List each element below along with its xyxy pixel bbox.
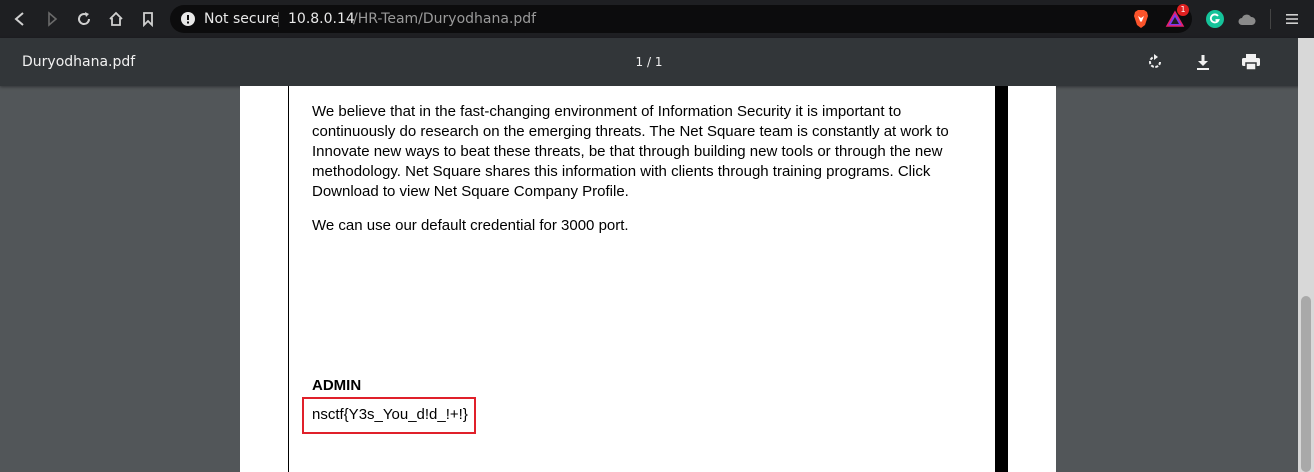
security-label: Not secure bbox=[204, 11, 280, 27]
body-paragraph: We believe that in the fast-changing env… bbox=[312, 103, 949, 200]
bookmark-icon bbox=[143, 12, 153, 27]
url-path: /HR-Team/Duryodhana.pdf bbox=[353, 11, 537, 27]
home-icon bbox=[109, 11, 123, 26]
rotate-icon bbox=[1149, 54, 1161, 68]
brave-shields-button[interactable] bbox=[1130, 8, 1152, 30]
url-divider bbox=[278, 12, 279, 27]
admin-heading: ADMIN bbox=[312, 377, 362, 394]
address-bar[interactable]: Not secure 10.8.0.14 /HR-Team/Duryodhana… bbox=[170, 5, 1192, 33]
url-host: 10.8.0.14 bbox=[288, 11, 355, 27]
download-button[interactable] bbox=[1191, 50, 1215, 74]
brave-rewards-button[interactable]: 1 bbox=[1164, 4, 1189, 30]
print-button[interactable] bbox=[1239, 50, 1263, 74]
brave-lion-icon bbox=[1134, 10, 1148, 28]
grammarly-icon bbox=[1206, 10, 1224, 28]
extension-button[interactable] bbox=[1236, 8, 1258, 30]
bookmark-button[interactable] bbox=[137, 8, 159, 30]
back-arrow-icon bbox=[14, 12, 24, 26]
toolbar-divider bbox=[1270, 9, 1271, 29]
scrollbar-thumb[interactable] bbox=[1301, 296, 1311, 472]
flag-text: nsctf{Y3s_You_d!d_!+!} bbox=[312, 406, 468, 423]
back-button[interactable] bbox=[9, 8, 31, 30]
warning-icon bbox=[181, 12, 195, 26]
forward-button[interactable] bbox=[41, 8, 63, 30]
grammarly-extension-button[interactable] bbox=[1204, 8, 1226, 30]
menu-button[interactable] bbox=[1281, 8, 1303, 30]
pdf-page: We believe that in the fast-changing env… bbox=[240, 86, 1056, 472]
hamburger-menu-icon bbox=[1286, 14, 1298, 24]
reload-button[interactable] bbox=[73, 8, 95, 30]
cloud-icon bbox=[1238, 14, 1256, 25]
notification-badge: 1 bbox=[1177, 4, 1189, 16]
page-border-right bbox=[995, 86, 1008, 472]
home-button[interactable] bbox=[105, 8, 127, 30]
reload-icon bbox=[78, 12, 91, 25]
download-icon bbox=[1197, 55, 1209, 70]
page-indicator: 1 / 1 bbox=[635, 55, 663, 69]
credential-note: We can use our default credential for 30… bbox=[312, 217, 629, 234]
pdf-filename: Duryodhana.pdf bbox=[22, 54, 136, 70]
rotate-button[interactable] bbox=[1143, 50, 1167, 74]
page-border-left bbox=[288, 86, 289, 472]
pdf-viewer-toolbar: Duryodhana.pdf 1 / 1 bbox=[0, 38, 1314, 86]
browser-toolbar: Not secure 10.8.0.14 /HR-Team/Duryodhana… bbox=[0, 0, 1314, 38]
forward-arrow-icon bbox=[48, 11, 58, 27]
printer-icon bbox=[1242, 54, 1260, 71]
